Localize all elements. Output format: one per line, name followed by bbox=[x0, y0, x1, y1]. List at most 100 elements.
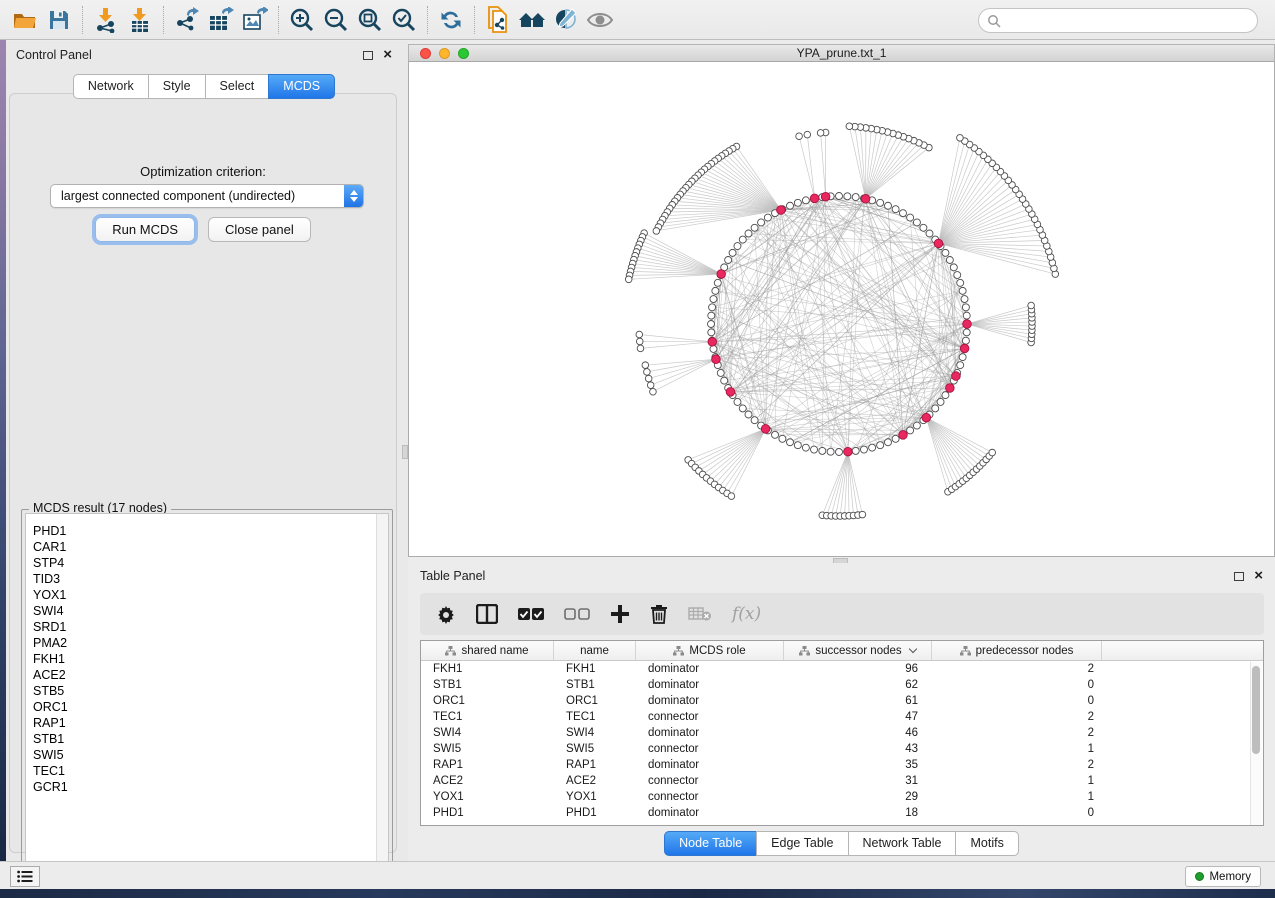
tab-network[interactable]: Network bbox=[73, 74, 148, 99]
network-node[interactable] bbox=[710, 296, 717, 303]
cell[interactable]: connector bbox=[636, 743, 784, 755]
network-node[interactable] bbox=[729, 249, 736, 256]
network-node[interactable] bbox=[959, 287, 966, 294]
network-node[interactable] bbox=[959, 354, 966, 361]
network-leaf-node[interactable] bbox=[650, 388, 657, 395]
network-leaf-node[interactable] bbox=[1028, 302, 1035, 309]
network-node[interactable] bbox=[844, 193, 851, 200]
network-node[interactable] bbox=[962, 337, 969, 344]
cell[interactable]: 0 bbox=[932, 695, 1102, 707]
cell[interactable]: 47 bbox=[784, 711, 932, 723]
cell[interactable]: TEC1 bbox=[421, 711, 554, 723]
network-node[interactable] bbox=[708, 312, 715, 319]
table-row[interactable]: FKH1FKH1dominator962 bbox=[421, 661, 1263, 677]
mcds-selected-node[interactable] bbox=[952, 372, 961, 381]
network-node[interactable] bbox=[957, 279, 964, 286]
network-leaf-node[interactable] bbox=[636, 331, 643, 338]
float-panel-icon[interactable] bbox=[363, 51, 373, 60]
cell[interactable]: 35 bbox=[784, 759, 932, 771]
select-all-checks-icon[interactable] bbox=[518, 607, 544, 621]
network-leaf-node[interactable] bbox=[817, 130, 824, 137]
cell[interactable]: PHD1 bbox=[421, 807, 554, 819]
table-row[interactable]: PHD1PHD1dominator180 bbox=[421, 805, 1263, 821]
cell[interactable]: connector bbox=[636, 791, 784, 803]
network-node[interactable] bbox=[920, 224, 927, 231]
table-row[interactable]: SWI4SWI4dominator462 bbox=[421, 725, 1263, 741]
cell[interactable]: SWI4 bbox=[554, 727, 636, 739]
cell[interactable]: 2 bbox=[932, 663, 1102, 675]
network-leaf-node[interactable] bbox=[846, 123, 853, 130]
mcds-selected-node[interactable] bbox=[899, 431, 908, 440]
close-panel-icon[interactable]: × bbox=[383, 50, 392, 60]
zoom-out-icon[interactable] bbox=[319, 5, 353, 35]
mcds-selected-node[interactable] bbox=[708, 338, 717, 347]
mcds-result-list[interactable]: PHD1CAR1STP4TID3YOX1SWI4SRD1PMA2FKH1ACE2… bbox=[25, 513, 389, 883]
network-leaf-node[interactable] bbox=[728, 493, 735, 500]
network-node[interactable] bbox=[708, 321, 715, 328]
network-node[interactable] bbox=[721, 377, 728, 384]
table-row[interactable]: SWI5SWI5connector431 bbox=[421, 741, 1263, 757]
network-node[interactable] bbox=[794, 442, 801, 449]
clone-network-icon[interactable] bbox=[481, 5, 515, 35]
save-session-icon[interactable] bbox=[42, 5, 76, 35]
network-leaf-node[interactable] bbox=[653, 228, 660, 235]
network-node[interactable] bbox=[725, 257, 732, 264]
table-row[interactable]: YOX1YOX1connector291 bbox=[421, 789, 1263, 805]
network-node[interactable] bbox=[787, 439, 794, 446]
mcds-selected-node[interactable] bbox=[844, 447, 853, 456]
network-node[interactable] bbox=[892, 206, 899, 213]
mcds-result-item[interactable]: SWI4 bbox=[33, 603, 388, 619]
network-node[interactable] bbox=[739, 236, 746, 243]
cell[interactable]: 2 bbox=[932, 759, 1102, 771]
network-node[interactable] bbox=[709, 304, 716, 311]
column-header-MCDS-role[interactable]: MCDS role bbox=[636, 641, 784, 660]
network-node[interactable] bbox=[932, 405, 939, 412]
cell[interactable]: 31 bbox=[784, 775, 932, 787]
column-header-shared-name[interactable]: shared name bbox=[421, 641, 554, 660]
network-leaf-node[interactable] bbox=[989, 449, 996, 456]
tab-edge-table[interactable]: Edge Table bbox=[756, 831, 847, 856]
function-builder-icon[interactable]: f(x) bbox=[732, 604, 761, 624]
network-leaf-node[interactable] bbox=[957, 135, 964, 142]
network-node[interactable] bbox=[836, 449, 843, 456]
network-node[interactable] bbox=[836, 193, 843, 200]
network-node[interactable] bbox=[734, 243, 741, 250]
network-node[interactable] bbox=[877, 199, 884, 206]
mcds-selected-node[interactable] bbox=[726, 388, 735, 397]
network-node[interactable] bbox=[962, 304, 969, 311]
cell[interactable]: 0 bbox=[932, 679, 1102, 691]
cell[interactable]: dominator bbox=[636, 695, 784, 707]
mcds-result-item[interactable]: CAR1 bbox=[33, 539, 388, 555]
zoom-fit-icon[interactable] bbox=[353, 5, 387, 35]
mcds-selected-node[interactable] bbox=[922, 413, 931, 422]
network-node[interactable] bbox=[739, 405, 746, 412]
close-table-panel-icon[interactable]: × bbox=[1254, 571, 1263, 581]
search-box[interactable] bbox=[978, 8, 1258, 33]
network-node[interactable] bbox=[811, 446, 818, 453]
network-node[interactable] bbox=[907, 214, 914, 221]
table-row[interactable]: RAP1RAP1dominator352 bbox=[421, 757, 1263, 773]
tab-select[interactable]: Select bbox=[205, 74, 269, 99]
mcds-result-item[interactable]: ACE2 bbox=[33, 667, 388, 683]
column-header-successor-nodes[interactable]: successor nodes bbox=[784, 641, 932, 660]
export-image-icon[interactable] bbox=[238, 5, 272, 35]
network-node[interactable] bbox=[957, 362, 964, 369]
cell[interactable]: RAP1 bbox=[554, 759, 636, 771]
network-node[interactable] bbox=[954, 272, 961, 279]
network-node[interactable] bbox=[745, 230, 752, 237]
mcds-selected-node[interactable] bbox=[963, 320, 972, 329]
cell[interactable]: ORC1 bbox=[554, 695, 636, 707]
table-row[interactable]: STB1STB1dominator620 bbox=[421, 677, 1263, 693]
network-node[interactable] bbox=[942, 249, 949, 256]
network-node[interactable] bbox=[860, 446, 867, 453]
network-node[interactable] bbox=[946, 257, 953, 264]
cell[interactable]: dominator bbox=[636, 727, 784, 739]
cell[interactable]: 62 bbox=[784, 679, 932, 691]
network-node[interactable] bbox=[900, 210, 907, 217]
network-node[interactable] bbox=[869, 444, 876, 451]
cell[interactable]: RAP1 bbox=[421, 759, 554, 771]
mcds-selected-node[interactable] bbox=[810, 194, 819, 203]
import-network-icon[interactable] bbox=[89, 5, 123, 35]
table-options-gear-icon[interactable] bbox=[436, 604, 456, 624]
mcds-result-item[interactable]: SWI5 bbox=[33, 747, 388, 763]
